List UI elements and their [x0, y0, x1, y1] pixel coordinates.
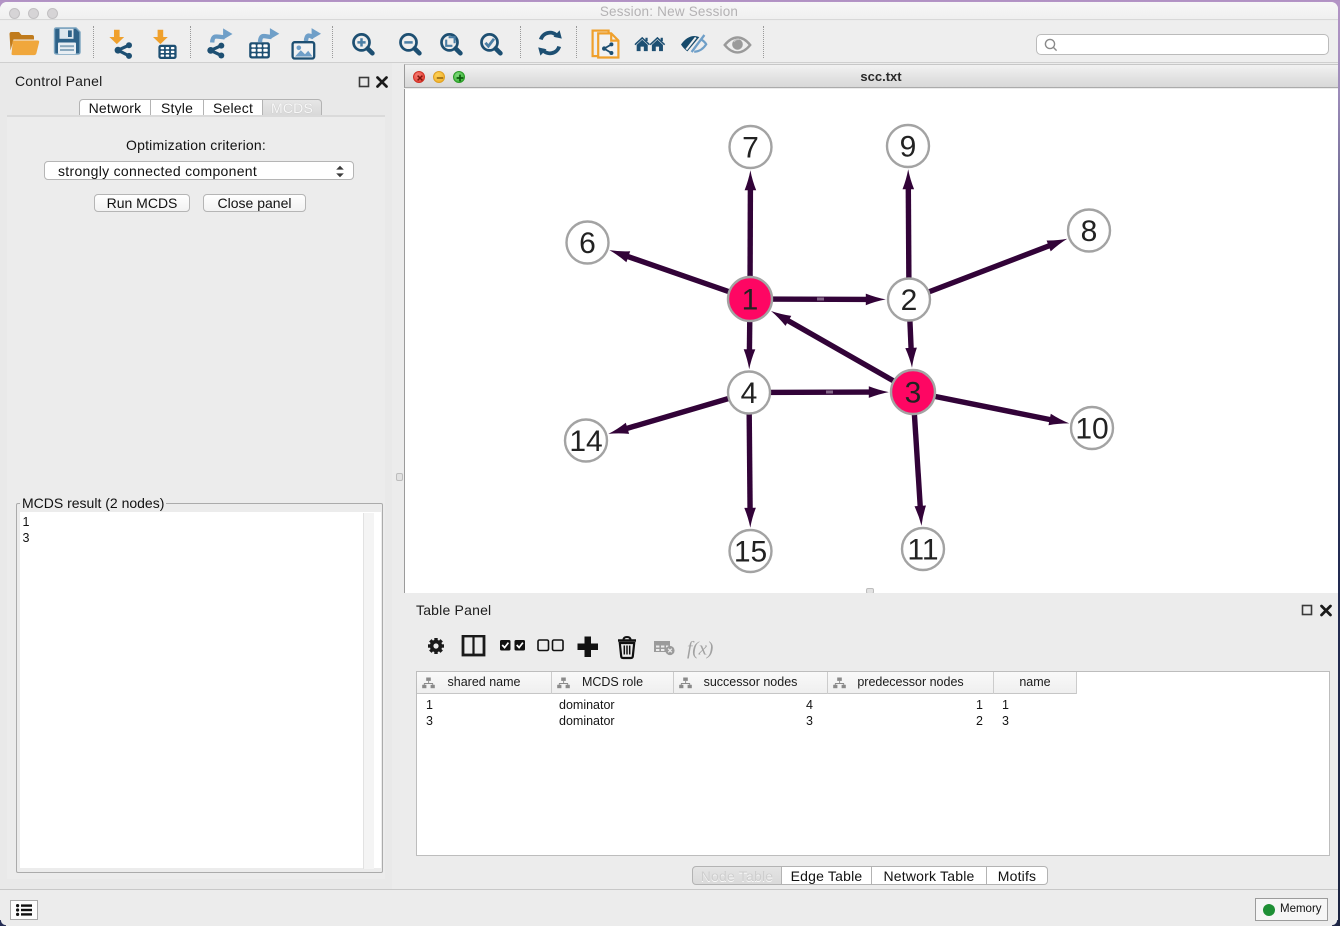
svg-text:7: 7 [742, 132, 759, 165]
svg-text:6: 6 [579, 227, 596, 260]
svg-text:4: 4 [741, 377, 758, 410]
svg-text:1: 1 [742, 284, 759, 317]
svg-text:15: 15 [734, 536, 767, 569]
svg-text:9: 9 [900, 131, 917, 164]
svg-text:8: 8 [1081, 215, 1098, 248]
svg-text:2: 2 [901, 284, 918, 317]
svg-text:11: 11 [907, 534, 938, 567]
svg-text:3: 3 [905, 377, 922, 410]
svg-text:10: 10 [1075, 413, 1108, 446]
svg-text:14: 14 [569, 425, 602, 458]
svg-text:f(x): f(x) [687, 639, 713, 660]
